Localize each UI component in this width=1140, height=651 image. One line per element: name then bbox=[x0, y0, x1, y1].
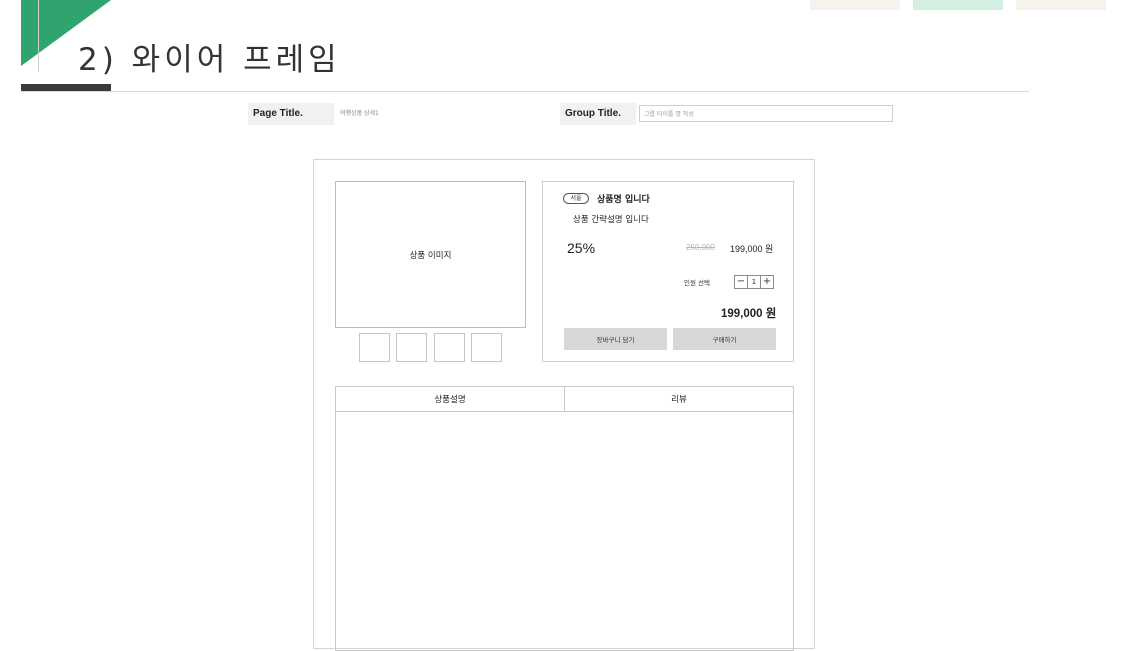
product-image-label: 상품 이미지 bbox=[409, 250, 452, 261]
product-thumbnail[interactable] bbox=[396, 333, 427, 362]
title-underline bbox=[21, 91, 1029, 92]
add-to-cart-button[interactable]: 장바구니 담기 bbox=[564, 328, 667, 350]
total-price: 199,000 원 bbox=[721, 308, 777, 320]
buy-now-button[interactable]: 구매하기 bbox=[673, 328, 776, 350]
stepper-value[interactable]: 1 bbox=[747, 276, 761, 288]
product-thumbnail[interactable] bbox=[471, 333, 502, 362]
page-title-value: 여행상품 상세1 bbox=[340, 110, 379, 117]
product-name: 상품명 입니다 bbox=[597, 195, 650, 205]
original-price: 250,000 bbox=[686, 243, 715, 252]
group-title-input[interactable]: 그룹 타이틀 명 작성 bbox=[639, 105, 893, 122]
group-title-label: Group Title. bbox=[560, 103, 636, 125]
sale-price: 199,000 원 bbox=[730, 244, 774, 254]
stepper-minus-button[interactable]: − bbox=[735, 276, 747, 288]
detail-tab-bar: 상품설명 리뷰 bbox=[335, 386, 794, 412]
stepper-plus-button[interactable]: + bbox=[761, 276, 773, 288]
product-thumbnail[interactable] bbox=[434, 333, 465, 362]
header-tag-1 bbox=[810, 0, 900, 10]
product-thumbnail[interactable] bbox=[359, 333, 390, 362]
tab-product-description[interactable]: 상품설명 bbox=[336, 387, 564, 411]
tab-reviews[interactable]: 리뷰 bbox=[564, 387, 793, 411]
header-tag-2 bbox=[913, 0, 1003, 10]
people-select-label: 인원 선택 bbox=[684, 279, 710, 287]
region-badge: 서울 bbox=[563, 193, 589, 204]
title-underline-accent bbox=[21, 84, 111, 91]
product-main-image: 상품 이미지 bbox=[335, 181, 526, 328]
corner-divider-line bbox=[38, 0, 39, 72]
tab-content-area bbox=[335, 411, 794, 651]
quantity-stepper: − 1 + bbox=[734, 275, 774, 289]
discount-rate: 25% bbox=[567, 240, 596, 256]
slide-title: 2) 와이어 프레임 bbox=[78, 42, 341, 78]
page-title-label: Page Title. bbox=[248, 103, 334, 125]
header-tag-3 bbox=[1016, 0, 1106, 10]
product-short-description: 상품 간략설명 입니다 bbox=[573, 215, 649, 225]
